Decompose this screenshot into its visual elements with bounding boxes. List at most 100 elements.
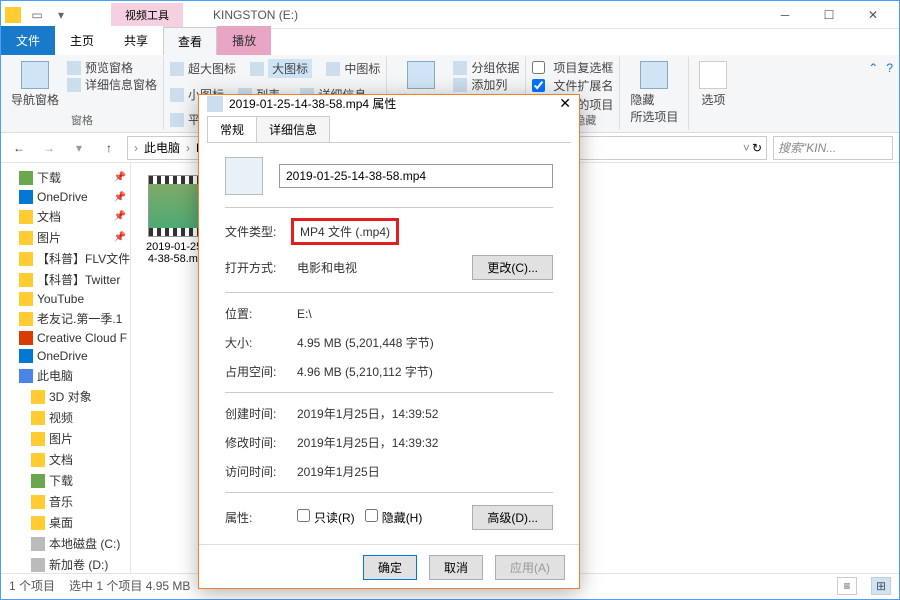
context-tab-label: 视频工具: [111, 3, 183, 27]
file-type-value: MP4 文件 (.mp4): [291, 218, 399, 245]
tab-view[interactable]: 查看: [163, 27, 217, 55]
tab-file[interactable]: 文件: [1, 26, 55, 55]
pin-icon: 📌: [114, 232, 126, 243]
view-m-icons[interactable]: 中图标: [344, 60, 380, 77]
l-icons-icon: [250, 62, 264, 76]
folder-icon: [19, 331, 33, 345]
tree-node[interactable]: 下载: [1, 470, 130, 491]
folder-icon: [31, 432, 45, 446]
folder-icon: [19, 190, 33, 204]
folder-icon: [19, 210, 33, 224]
dropdown-icon[interactable]: ˅: [743, 141, 750, 155]
tree-node[interactable]: OneDrive: [1, 347, 130, 365]
item-checkboxes-toggle[interactable]: 项目复选框: [532, 59, 613, 76]
folder-icon: [31, 495, 45, 509]
cancel-button[interactable]: 取消: [429, 555, 483, 580]
tree-node[interactable]: 音乐: [1, 491, 130, 512]
tree-node[interactable]: 文档: [1, 449, 130, 470]
dialog-icon: [207, 96, 223, 112]
refresh-icon[interactable]: ↻: [752, 141, 762, 155]
tree-node[interactable]: 此电脑: [1, 365, 130, 386]
tree-node[interactable]: 【科普】FLV文件: [1, 248, 130, 269]
folder-icon: [31, 453, 45, 467]
options-icon: [699, 61, 727, 89]
options-button[interactable]: 选项: [695, 59, 731, 110]
hide-selected-button[interactable]: 隐藏 所选项目: [626, 59, 682, 127]
preview-pane-button[interactable]: 预览窗格: [67, 59, 157, 76]
folder-icon: [31, 537, 45, 551]
up-button[interactable]: ↑: [97, 136, 121, 160]
properties-dialog: 2019-01-25-14-38-58.mp4 属性 ✕ 常规 详细信息 文件类…: [198, 94, 580, 589]
tree-node[interactable]: OneDrive📌: [1, 188, 130, 206]
folder-icon: [31, 411, 45, 425]
nav-pane-button[interactable]: 导航窗格: [7, 59, 63, 110]
view-xl-icons[interactable]: 超大图标: [188, 60, 236, 77]
selection-info: 选中 1 个项目 4.95 MB: [69, 577, 190, 594]
folder-icon: [19, 252, 33, 266]
group-icon: [453, 61, 467, 75]
tree-node[interactable]: 新加卷 (D:): [1, 554, 130, 573]
group-by-button[interactable]: 分组依据: [453, 59, 519, 76]
qat-new-folder-icon[interactable]: ▾: [51, 5, 71, 25]
dialog-close-button[interactable]: ✕: [559, 95, 571, 112]
preview-pane-icon: [67, 61, 81, 75]
folder-icon: [19, 171, 33, 185]
tab-share[interactable]: 共享: [109, 26, 163, 55]
maximize-button[interactable]: ☐: [807, 1, 851, 29]
icons-view-icon[interactable]: ⊞: [871, 577, 891, 595]
details-pane-icon: [67, 78, 81, 92]
nav-tree: 下载📌OneDrive📌文档📌图片📌【科普】FLV文件【科普】TwitterYo…: [1, 163, 131, 573]
change-app-button[interactable]: 更改(C)...: [472, 255, 553, 280]
forward-button[interactable]: →: [37, 136, 61, 160]
details-pane-button[interactable]: 详细信息窗格: [67, 76, 157, 93]
pin-icon: 📌: [114, 211, 126, 222]
tab-play[interactable]: 播放: [217, 26, 271, 55]
apply-button[interactable]: 应用(A): [495, 555, 565, 580]
hide-icon: [640, 61, 668, 89]
pin-icon: 📌: [114, 192, 126, 203]
size-value: 4.95 MB (5,201,448 字节): [297, 334, 553, 351]
qat-properties-icon[interactable]: ▭: [27, 5, 47, 25]
minimize-button[interactable]: ─: [763, 1, 807, 29]
ribbon-tabs: 文件 主页 共享 查看 播放: [1, 29, 899, 55]
tree-node[interactable]: 图片: [1, 428, 130, 449]
ok-button[interactable]: 确定: [363, 555, 417, 580]
tree-node[interactable]: 图片📌: [1, 227, 130, 248]
sort-icon: [407, 61, 435, 89]
readonly-checkbox[interactable]: 只读(R): [297, 509, 355, 526]
details-view-icon[interactable]: ≡: [837, 577, 857, 595]
panes-group-label: 窗格: [7, 112, 157, 128]
add-columns-button[interactable]: 添加列: [453, 76, 519, 93]
tab-general[interactable]: 常规: [207, 116, 257, 143]
tab-details[interactable]: 详细信息: [256, 116, 330, 143]
tree-node[interactable]: 本地磁盘 (C:): [1, 533, 130, 554]
pin-icon: 📌: [114, 172, 126, 183]
advanced-button[interactable]: 高级(D)...: [472, 505, 553, 530]
ribbon-collapse-icon[interactable]: ⌃: [868, 61, 878, 75]
filename-input[interactable]: [279, 164, 553, 188]
folder-icon: [19, 231, 33, 245]
tree-node[interactable]: 3D 对象: [1, 386, 130, 407]
help-icon[interactable]: ?: [886, 61, 893, 75]
tree-node[interactable]: 文档📌: [1, 206, 130, 227]
tree-node[interactable]: 下载📌: [1, 167, 130, 188]
search-input[interactable]: 搜索"KIN...: [773, 136, 893, 160]
view-l-icons[interactable]: 大图标: [268, 59, 312, 78]
tree-node[interactable]: 【科普】Twitter: [1, 269, 130, 290]
tree-node[interactable]: 视频: [1, 407, 130, 428]
close-button[interactable]: ✕: [851, 1, 895, 29]
back-button[interactable]: ←: [7, 136, 31, 160]
hidden-checkbox[interactable]: 隐藏(H): [365, 509, 423, 526]
tree-node[interactable]: Creative Cloud F: [1, 329, 130, 347]
recent-button[interactable]: ▾: [67, 136, 91, 160]
quick-access-toolbar: ▭ ▾: [27, 5, 71, 25]
file-extensions-toggle[interactable]: 文件扩展名: [532, 77, 613, 94]
tree-node[interactable]: 桌面: [1, 512, 130, 533]
filetype-icon: [225, 157, 263, 195]
tab-home[interactable]: 主页: [55, 26, 109, 55]
tree-node[interactable]: 老友记.第一季.1: [1, 308, 130, 329]
tree-node[interactable]: YouTube: [1, 290, 130, 308]
dialog-titlebar[interactable]: 2019-01-25-14-38-58.mp4 属性 ✕: [199, 95, 579, 112]
nav-pane-icon: [21, 61, 49, 89]
explorer-icon: [5, 7, 21, 23]
